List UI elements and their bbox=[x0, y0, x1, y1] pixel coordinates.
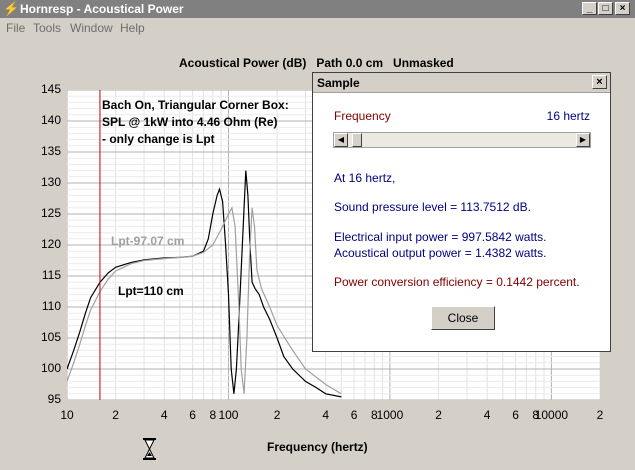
x-tick-label: 10 bbox=[60, 408, 74, 422]
menu-help[interactable]: Help bbox=[120, 21, 145, 35]
x-tick-label: 6 bbox=[512, 408, 519, 422]
maximize-button[interactable]: □ bbox=[598, 2, 613, 15]
spl-text: Sound pressure level = 113.7512 dB. bbox=[334, 200, 531, 214]
lightning-icon: ⚡ bbox=[3, 1, 20, 16]
black-series-label: Lpt=110 cm bbox=[118, 284, 184, 298]
y-tick-label: 140 bbox=[40, 113, 61, 127]
x-tick-label: 6 bbox=[350, 408, 358, 422]
efficiency-text: Power conversion efficiency = 0.1442 per… bbox=[334, 275, 580, 289]
slider-right-arrow-icon[interactable]: ▶ bbox=[576, 133, 590, 147]
minimize-button[interactable]: _ bbox=[582, 2, 597, 15]
dialog-close-icon[interactable]: × bbox=[592, 75, 607, 89]
x-tick-label: 1000 bbox=[376, 408, 404, 422]
menu-bar: File Tools Window Help bbox=[0, 18, 635, 38]
dialog-titlebar: Sample × bbox=[313, 73, 610, 93]
x-tick-label: 100 bbox=[218, 408, 239, 422]
menu-tools[interactable]: Tools bbox=[33, 21, 61, 35]
slider-left-arrow-icon[interactable]: ◀ bbox=[334, 133, 348, 147]
y-tick-label: 95 bbox=[47, 392, 61, 406]
grey-series-label: Lpt-97.07 cm bbox=[111, 234, 185, 248]
annotation-line-2: SPL @ 1kW into 4.46 Ohm (Re) bbox=[102, 115, 278, 129]
dialog-title: Sample bbox=[317, 76, 360, 90]
x-tick-label: 4 bbox=[322, 408, 330, 422]
electrical-power-text: Electrical input power = 997.5842 watts. bbox=[334, 230, 547, 244]
slider-thumb[interactable] bbox=[352, 133, 363, 147]
close-button[interactable]: Close bbox=[431, 306, 495, 330]
y-tick-label: 115 bbox=[41, 268, 61, 282]
sample-dialog: Sample × Frequency 16 hertz ◀ ▶ At 16 he… bbox=[312, 72, 611, 352]
x-tick-label: 2 bbox=[112, 408, 119, 422]
frequency-label: Frequency bbox=[334, 109, 391, 123]
menu-window[interactable]: Window bbox=[70, 21, 113, 35]
x-axis-title: Frequency (hertz) bbox=[267, 440, 368, 454]
x-tick-label: 8 bbox=[209, 408, 217, 422]
y-tick-label: 130 bbox=[40, 175, 61, 189]
close-window-button[interactable]: × bbox=[615, 2, 630, 15]
at-frequency-text: At 16 hertz, bbox=[334, 171, 396, 185]
y-tick-label: 105 bbox=[40, 330, 61, 344]
x-tick-label: 6 bbox=[189, 408, 196, 422]
frequency-slider[interactable]: ◀ ▶ bbox=[333, 132, 591, 148]
window-title: Hornresp - Acoustical Power bbox=[20, 2, 184, 16]
window-titlebar: ⚡ Hornresp - Acoustical Power _ □ × bbox=[0, 0, 635, 18]
chart-header-text: Acoustical Power (dB) Path 0.0 cm Unmask… bbox=[179, 56, 454, 70]
y-tick-label: 145 bbox=[40, 82, 61, 96]
hourglass-icon bbox=[143, 438, 156, 460]
menu-file[interactable]: File bbox=[6, 21, 25, 35]
chart-annotation: Bach On, Triangular Corner Box: SPL @ 1k… bbox=[102, 97, 289, 148]
y-tick-label: 125 bbox=[40, 206, 61, 220]
x-tick-label: 10000 bbox=[534, 408, 569, 422]
y-tick-label: 110 bbox=[41, 299, 61, 313]
acoustical-power-text: Acoustical output power = 1.4382 watts. bbox=[334, 246, 547, 260]
x-tick-label: 2 bbox=[596, 408, 604, 422]
y-tick-label: 135 bbox=[40, 144, 61, 158]
y-tick-label: 120 bbox=[40, 237, 61, 251]
x-tick-label: 2 bbox=[273, 408, 281, 422]
x-tick-label: 4 bbox=[483, 408, 491, 422]
y-tick-label: 100 bbox=[40, 361, 61, 375]
x-tick-label: 2 bbox=[435, 408, 442, 422]
frequency-value: 16 hertz bbox=[546, 109, 590, 123]
annotation-line-3: - only change is Lpt bbox=[102, 132, 215, 146]
annotation-line-1: Bach On, Triangular Corner Box: bbox=[102, 98, 289, 112]
x-tick-label: 4 bbox=[160, 408, 168, 422]
